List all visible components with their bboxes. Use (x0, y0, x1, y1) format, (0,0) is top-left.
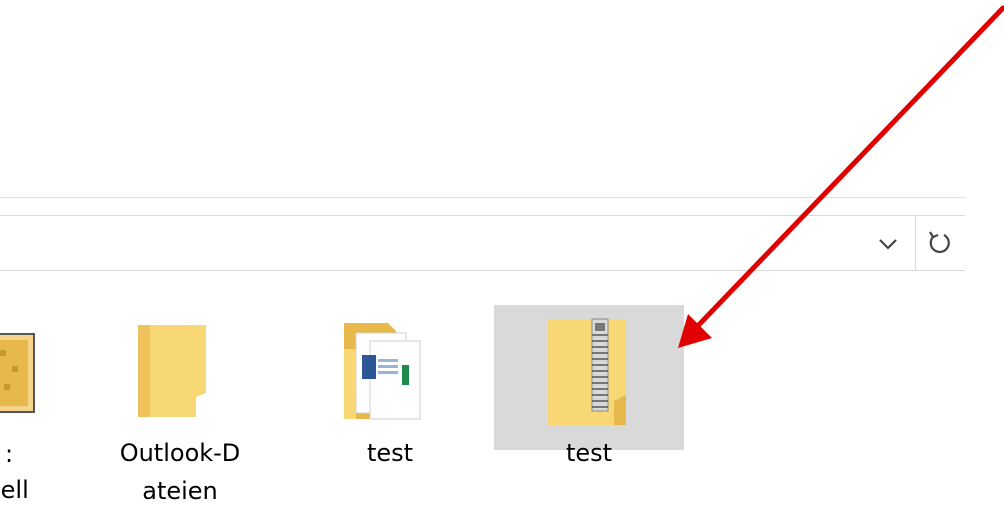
file-item[interactable]: test (310, 305, 470, 505)
file-label: Outlook-D (119, 439, 241, 467)
address-input[interactable] (0, 216, 915, 270)
toolbar-divider (0, 197, 966, 198)
file-label-line2: ıell (0, 476, 29, 504)
folder-icon (134, 321, 210, 421)
file-label-line2: ateien (142, 477, 218, 505)
image-file-icon (0, 330, 40, 416)
file-label: : (4, 440, 14, 468)
file-item-selected[interactable]: test (494, 305, 684, 467)
zip-folder-icon (544, 315, 630, 427)
file-item[interactable]: Outlook-D ateien (100, 305, 260, 505)
address-bar-separator (915, 216, 916, 270)
file-label: test (565, 439, 613, 467)
file-label: test (366, 439, 414, 467)
refresh-icon[interactable] (920, 226, 960, 260)
file-item[interactable]: : ıell (0, 300, 60, 505)
chevron-down-icon[interactable] (874, 228, 902, 258)
address-bar (0, 215, 965, 271)
folder-with-documents-icon (340, 319, 424, 423)
